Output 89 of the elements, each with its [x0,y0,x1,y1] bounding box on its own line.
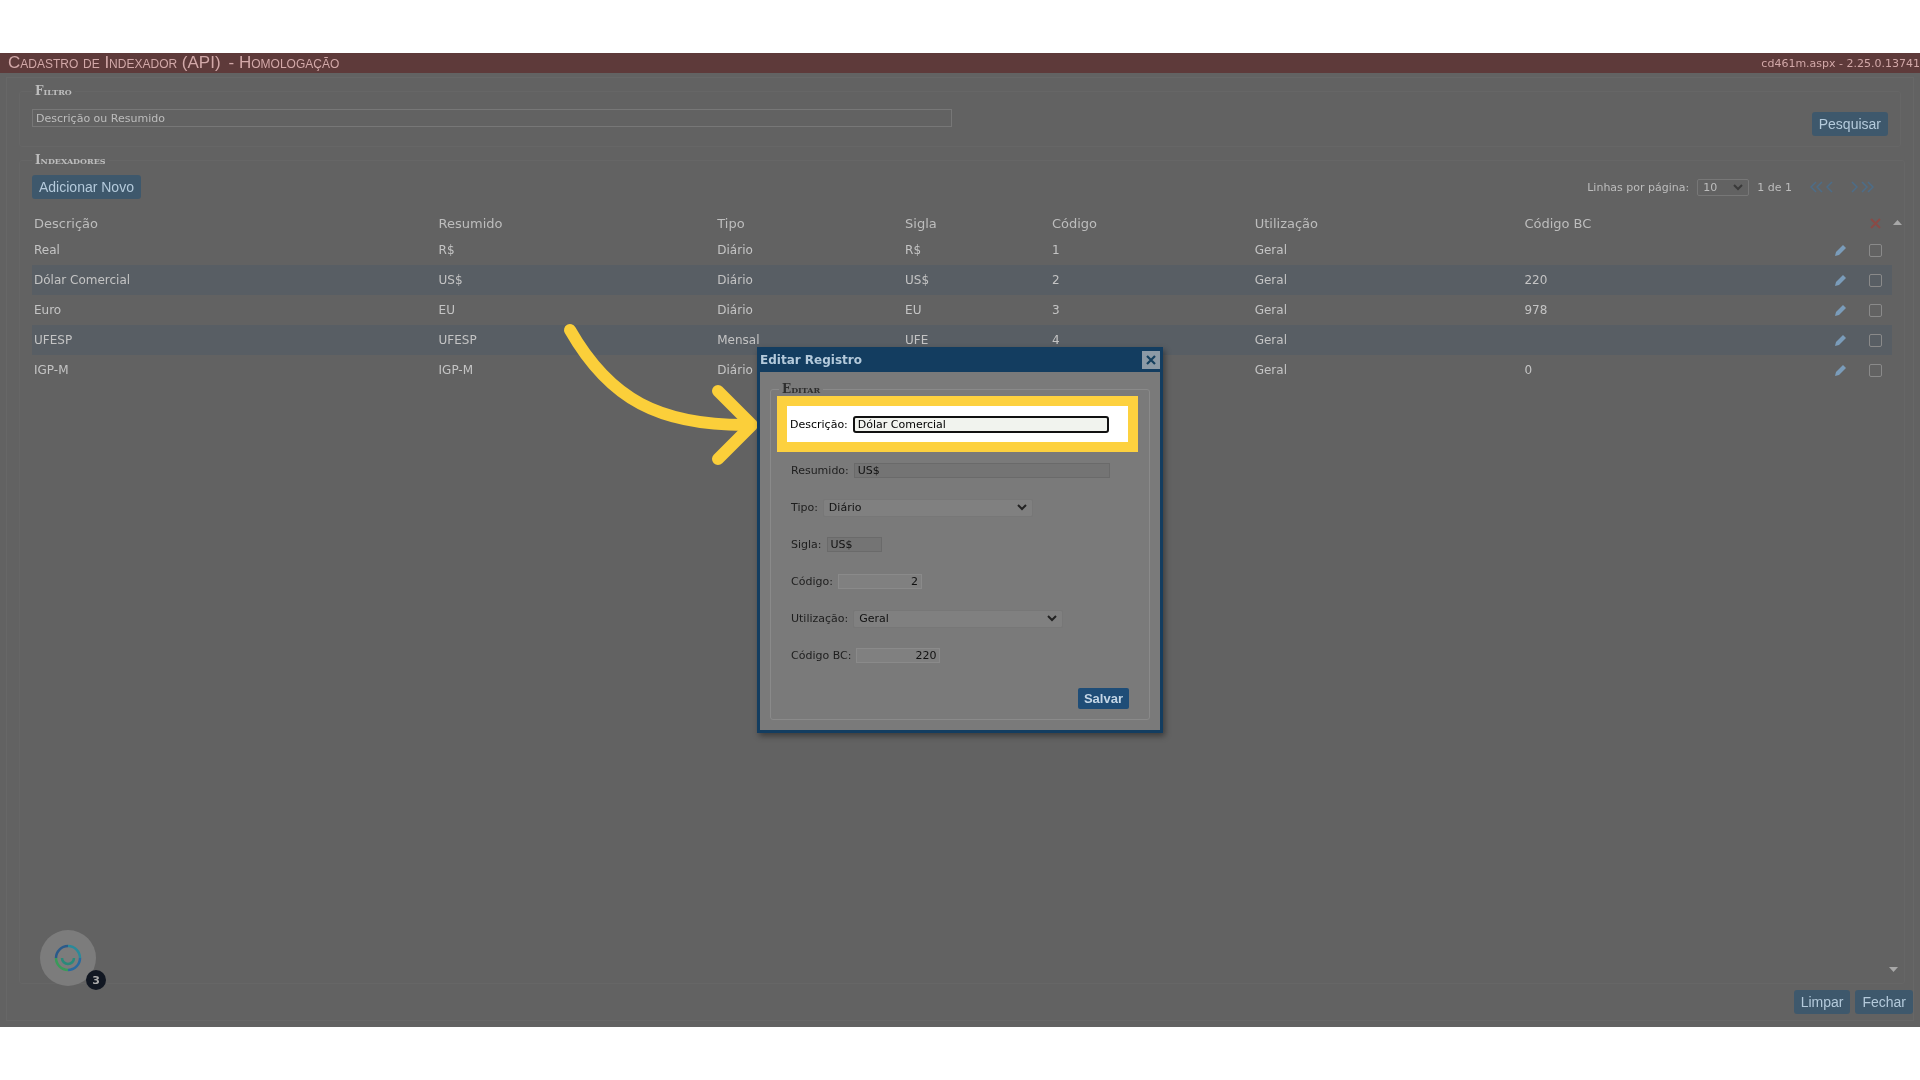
field-label: Utilização: [791,612,849,625]
table-cell: Diário [717,243,753,257]
table-cell: 0 [1524,363,1533,377]
close-icon[interactable] [1142,350,1160,369]
table-cell: R$ [438,243,455,257]
table-cell: EU [438,303,455,317]
field-label: Resumido: [791,464,849,477]
table-cell: Diário [717,303,753,317]
pencil-icon[interactable] [1834,363,1849,377]
table-cell: 1 [1051,243,1060,257]
table-cell: Euro [34,303,62,317]
table-cell: Geral [1254,243,1287,257]
search-field[interactable]: Descrição ou Resumido [32,109,952,127]
sigla-header: Sigla [904,215,938,231]
filter-legend: Filtro [32,84,75,98]
table-cell: UFE [905,333,929,347]
row-checkbox[interactable] [1868,363,1882,377]
table-cell: Mensal [717,333,760,347]
codigo-bc-header: Código BC [1523,215,1593,231]
table-cell: Dólar Comercial [34,273,131,287]
previous-page-icon[interactable] [1826,181,1834,193]
row-checkbox[interactable] [1868,303,1882,317]
field-label: Sigla: [791,538,822,551]
input-field[interactable]: 2 [837,574,922,589]
indexadores-legend: Indexadores [32,153,109,167]
utilizacao-header: Utilização [1253,215,1319,231]
row-checkbox[interactable] [1868,243,1882,257]
add-new-button[interactable]: Adicionar Novo [32,175,141,199]
search-button[interactable]: Pesquisar [1811,112,1888,136]
table-cell: Real [34,243,60,257]
rows-per-page-label: Linhas por página: [1587,180,1690,194]
tipo-header: Tipo [716,215,746,231]
descricao-header: Descrição [33,215,99,231]
table-cell: EU [905,303,922,317]
table-cell: Geral [1254,273,1287,287]
table-cell: IGP-M [34,363,69,377]
close-button[interactable]: Fechar [1855,990,1913,1014]
page-info: 1 de 1 [1757,180,1792,194]
table-cell: 978 [1524,303,1548,317]
dialog-title: Editar Registro [760,352,862,367]
field-label: Código: [791,575,833,588]
pencil-icon[interactable] [1834,333,1849,347]
edit-legend: Editar [779,382,824,396]
version-label: cd461m.aspx - 2.25.0.13741 [1761,56,1920,70]
codigo-header: Código [1050,215,1098,231]
swirl-logo-icon [53,943,83,973]
pencil-icon[interactable] [1834,273,1849,287]
save-button[interactable]: Salvar [1077,688,1129,709]
table-cell: Geral [1254,363,1287,377]
table-cell: Geral [1254,333,1287,347]
chevron-down-icon [1733,183,1744,191]
table-cell: UFESP [34,333,73,347]
row-checkbox[interactable] [1868,333,1882,347]
notification-badge: 3 [86,970,106,990]
table-cell: R$ [905,243,922,257]
first-page-icon[interactable] [1810,181,1824,193]
input-field[interactable]: Dólar Comercial [852,415,1109,433]
table-cell: IGP-M [438,363,474,377]
chevron-down-icon [1016,504,1027,511]
dropdown[interactable]: Geral [853,609,1064,628]
table-cell: 220 [1524,273,1548,287]
field-label: Código BC: [791,649,852,662]
table-cell: Diário [717,273,753,287]
rows-per-page-select[interactable]: 10 [1697,178,1750,196]
field-label: Descrição: [790,417,848,431]
input-field[interactable]: 220 [856,648,941,663]
table-cell: Diário [717,363,753,377]
row-checkbox[interactable] [1868,273,1882,287]
scroll-down-icon[interactable] [1889,967,1898,973]
pencil-icon[interactable] [1834,243,1849,257]
table-cell: 3 [1051,303,1060,317]
chevron-down-icon [1047,615,1058,622]
clear-button[interactable]: Limpar [1793,990,1851,1014]
table-cell: US$ [905,273,930,287]
dropdown[interactable]: Diário [822,498,1033,517]
environment-label: - Homologação [228,53,340,73]
field-label: Tipo: [791,501,818,514]
last-page-icon[interactable] [1860,181,1874,193]
page-title: Cadastro de Indexador (API) [8,53,221,73]
table-cell: US$ [438,273,463,287]
table-cell: 2 [1051,273,1060,287]
next-page-icon[interactable] [1850,181,1858,193]
delete-icon[interactable] [1869,217,1881,229]
table-cell: UFESP [438,333,477,347]
resumido-header: Resumido [437,215,504,231]
scroll-up-icon[interactable] [1893,219,1902,225]
pencil-icon[interactable] [1834,303,1849,317]
table-cell: Geral [1254,303,1287,317]
table-cell: 4 [1051,333,1060,347]
